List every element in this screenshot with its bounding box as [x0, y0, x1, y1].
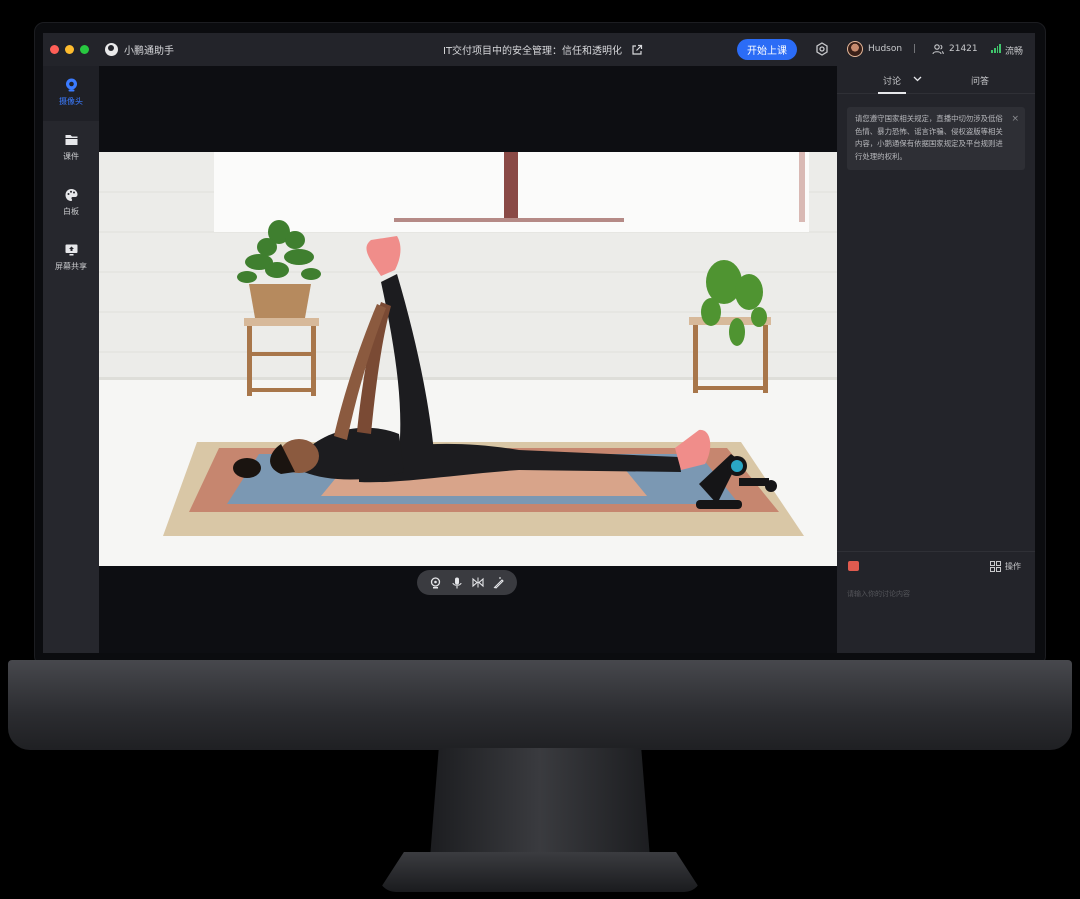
- camera-toggle-icon[interactable]: [430, 576, 442, 589]
- tab-qa[interactable]: 问答: [971, 74, 989, 87]
- people-icon: [932, 44, 944, 55]
- signal-icon: [991, 44, 1001, 53]
- panel-tabs: 讨论 问答: [837, 66, 1035, 94]
- app-window: 小鹏通助手 IT交付项目中的安全管理：信任和透明化 开始上课 Hudson |: [43, 33, 1035, 653]
- close-icon[interactable]: ×: [1011, 113, 1019, 126]
- chat-panel: 讨论 问答 请您遵守国家相关规定，直播中切勿涉及低俗色情、暴力恐怖、谣言诈骗、侵…: [837, 66, 1035, 653]
- settings-icon[interactable]: [815, 42, 829, 56]
- palette-icon: [65, 189, 77, 201]
- title-bar: 小鹏通助手 IT交付项目中的安全管理：信任和透明化 开始上课 Hudson |: [43, 33, 1035, 66]
- video-stage: [99, 66, 837, 653]
- notice-text: 请您遵守国家相关规定，直播中切勿涉及低俗色情、暴力恐怖、谣言诈骗、侵权盗版等相关…: [855, 114, 1003, 161]
- network-status: 流畅: [1005, 47, 1024, 57]
- compliance-notice: 请您遵守国家相关规定，直播中切勿涉及低俗色情、暴力恐怖、谣言诈骗、侵权盗版等相关…: [847, 107, 1025, 170]
- gift-icon[interactable]: [848, 561, 859, 571]
- close-window-button[interactable]: [50, 45, 59, 54]
- tab-discussion[interactable]: 讨论: [883, 74, 901, 87]
- sidebar-item-label: 屏幕共享: [55, 262, 87, 271]
- course-title-group: IT交付项目中的安全管理：信任和透明化: [443, 33, 643, 66]
- monitor-stand-foot: [378, 852, 702, 892]
- divider: |: [913, 44, 917, 54]
- screen-share-icon: [65, 244, 77, 256]
- sidebar-item-label: 课件: [63, 152, 79, 161]
- window-controls: [50, 45, 89, 54]
- user-name[interactable]: Hudson: [868, 44, 902, 54]
- microphone-icon[interactable]: [451, 577, 463, 589]
- course-title: IT交付项目中的安全管理：信任和透明化: [443, 46, 623, 57]
- grid-icon[interactable]: [990, 561, 1001, 572]
- sidebar-item-camera[interactable]: 摄像头: [43, 66, 99, 121]
- video-control-bar: [417, 570, 517, 595]
- sidebar-item-label: 摄像头: [59, 97, 83, 106]
- camera-feed: [99, 152, 837, 566]
- minimize-window-button[interactable]: [65, 45, 74, 54]
- avatar[interactable]: [847, 41, 863, 57]
- monitor-stand-neck: [430, 748, 650, 858]
- chevron-down-icon[interactable]: [913, 76, 922, 82]
- app-name: 小鹏通助手: [124, 46, 174, 57]
- monitor-chin: [8, 660, 1072, 750]
- sidebar-item-screen-share[interactable]: 屏幕共享: [43, 231, 99, 286]
- sidebar: 摄像头 课件 白板 屏幕共享: [43, 66, 99, 653]
- maximize-window-button[interactable]: [80, 45, 89, 54]
- mirror-icon[interactable]: [471, 577, 484, 589]
- message-input[interactable]: [847, 590, 1022, 598]
- sidebar-item-whiteboard[interactable]: 白板: [43, 176, 99, 231]
- operation-button[interactable]: 操作: [1005, 561, 1021, 572]
- share-icon[interactable]: [631, 44, 643, 56]
- app-logo-icon: [105, 43, 118, 56]
- sidebar-item-label: 白板: [63, 207, 79, 216]
- message-composer: 操作: [837, 551, 1035, 653]
- folder-icon: [65, 135, 77, 145]
- camera-icon: [65, 78, 77, 92]
- sidebar-item-courseware[interactable]: 课件: [43, 121, 99, 176]
- active-tab-indicator: [878, 92, 906, 94]
- pen-icon[interactable]: [493, 576, 505, 589]
- start-class-button[interactable]: 开始上课: [737, 39, 797, 60]
- desktop-mockup: 小鹏通助手 IT交付项目中的安全管理：信任和透明化 开始上课 Hudson |: [0, 0, 1080, 899]
- camera-feed-image: [99, 152, 837, 566]
- online-count: 21421: [949, 44, 978, 54]
